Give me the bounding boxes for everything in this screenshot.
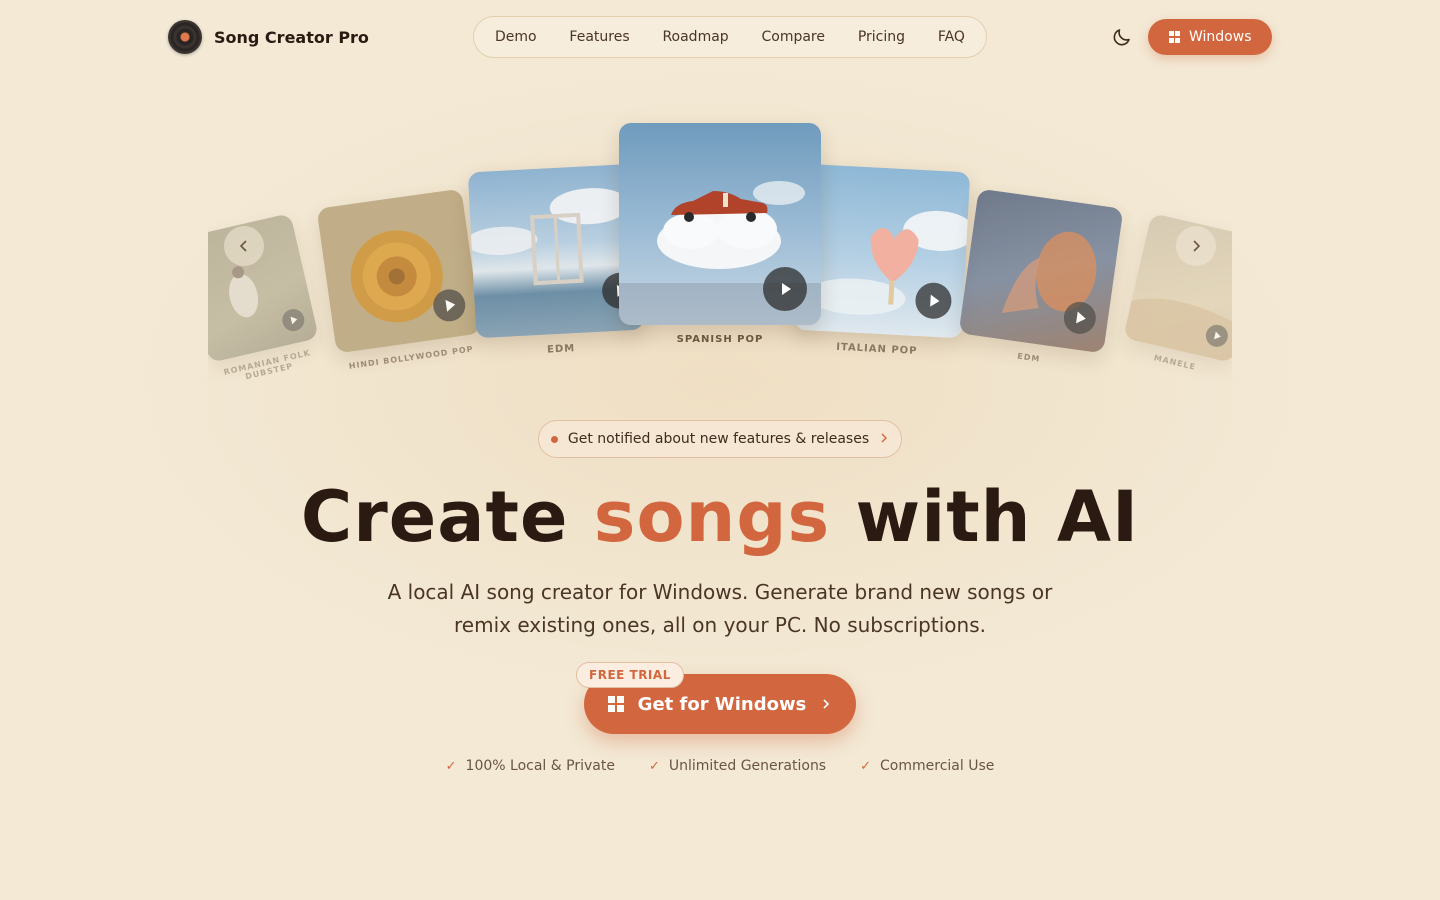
chevron-left-icon xyxy=(239,240,247,252)
song-artwork xyxy=(350,230,443,323)
status-dot xyxy=(550,435,558,443)
nav-link-faq[interactable]: FAQ xyxy=(938,29,965,45)
song-card[interactable]: EDM xyxy=(467,163,645,356)
brand[interactable]: Song Creator Pro xyxy=(168,20,369,54)
brand-name: Song Creator Pro xyxy=(214,27,369,47)
windows-icon xyxy=(1168,31,1180,43)
play-button[interactable] xyxy=(763,267,807,311)
feature-label: Unlimited Generations xyxy=(668,758,827,774)
check-icon: ✓ xyxy=(648,758,660,774)
song-artwork xyxy=(467,188,630,286)
chevron-right-icon xyxy=(823,699,830,709)
feature-item: ✓ Commercial Use xyxy=(860,758,994,774)
chevron-right-icon xyxy=(879,431,889,447)
hero-subtitle-line2: remix existing ones, all on your PC. No … xyxy=(454,613,986,637)
moon-icon[interactable] xyxy=(1110,25,1134,49)
check-icon: ✓ xyxy=(445,758,457,774)
hero-title-accent: songs xyxy=(593,476,831,558)
nav-link-compare[interactable]: Compare xyxy=(761,29,825,45)
song-carousel: ROMANIAN FOLK DUBSTEP HINDI BOLLYWOOD PO… xyxy=(208,110,1232,380)
song-artwork xyxy=(229,266,259,318)
song-card[interactable]: HINDI BOLLYWOOD POP xyxy=(316,188,482,371)
song-card[interactable]: ROMANIAN FOLK DUBSTEP xyxy=(208,213,319,380)
windows-icon xyxy=(607,696,624,712)
feature-item: ✓ Unlimited Generations xyxy=(649,758,826,774)
feature-label: 100% Local & Private xyxy=(465,758,615,774)
feature-item: ✓ 100% Local & Private xyxy=(446,758,615,774)
nav-link-pricing[interactable]: Pricing xyxy=(858,29,905,45)
song-genre: SPANISH POP xyxy=(676,334,764,345)
notify-banner[interactable]: Get notified about new features & releas… xyxy=(538,420,902,458)
song-card[interactable]: EDM xyxy=(958,188,1124,364)
nav-link-roadmap[interactable]: Roadmap xyxy=(662,29,728,45)
song-card-featured[interactable]: SPANISH POP xyxy=(619,123,821,345)
free-trial-badge: FREE TRIAL xyxy=(576,662,684,688)
chevron-right-icon xyxy=(1193,240,1201,252)
top-nav: Song Creator Pro Demo Features Roadmap C… xyxy=(0,0,1440,74)
nav-link-features[interactable]: Features xyxy=(569,29,629,45)
hero-title-pre: Create xyxy=(300,476,569,558)
cta-label: Get for Windows xyxy=(637,693,807,715)
feature-label: Commercial Use xyxy=(880,758,995,774)
windows-download-button[interactable]: Windows xyxy=(1148,19,1272,55)
hero-subtitle: A local AI song creator for Windows. Gen… xyxy=(380,576,1060,642)
hero-title: Create songs with AI xyxy=(0,472,1440,562)
carousel-next-button[interactable] xyxy=(1176,226,1216,266)
hero-subtitle-line1: A local AI song creator for Windows. Gen… xyxy=(387,580,1053,604)
notify-text: Get notified about new features & releas… xyxy=(567,431,870,447)
windows-button-label: Windows xyxy=(1189,29,1252,45)
check-icon: ✓ xyxy=(860,758,872,774)
nav-link-demo[interactable]: Demo xyxy=(495,29,537,45)
feature-list: ✓ 100% Local & Private ✓ Unlimited Gener… xyxy=(0,758,1440,774)
nav-links: Demo Features Roadmap Compare Pricing FA… xyxy=(473,16,987,58)
song-artwork xyxy=(1001,231,1097,313)
hero-title-post: with AI xyxy=(855,476,1140,558)
vinyl-logo-icon xyxy=(168,20,202,54)
carousel-prev-button[interactable] xyxy=(224,226,264,266)
